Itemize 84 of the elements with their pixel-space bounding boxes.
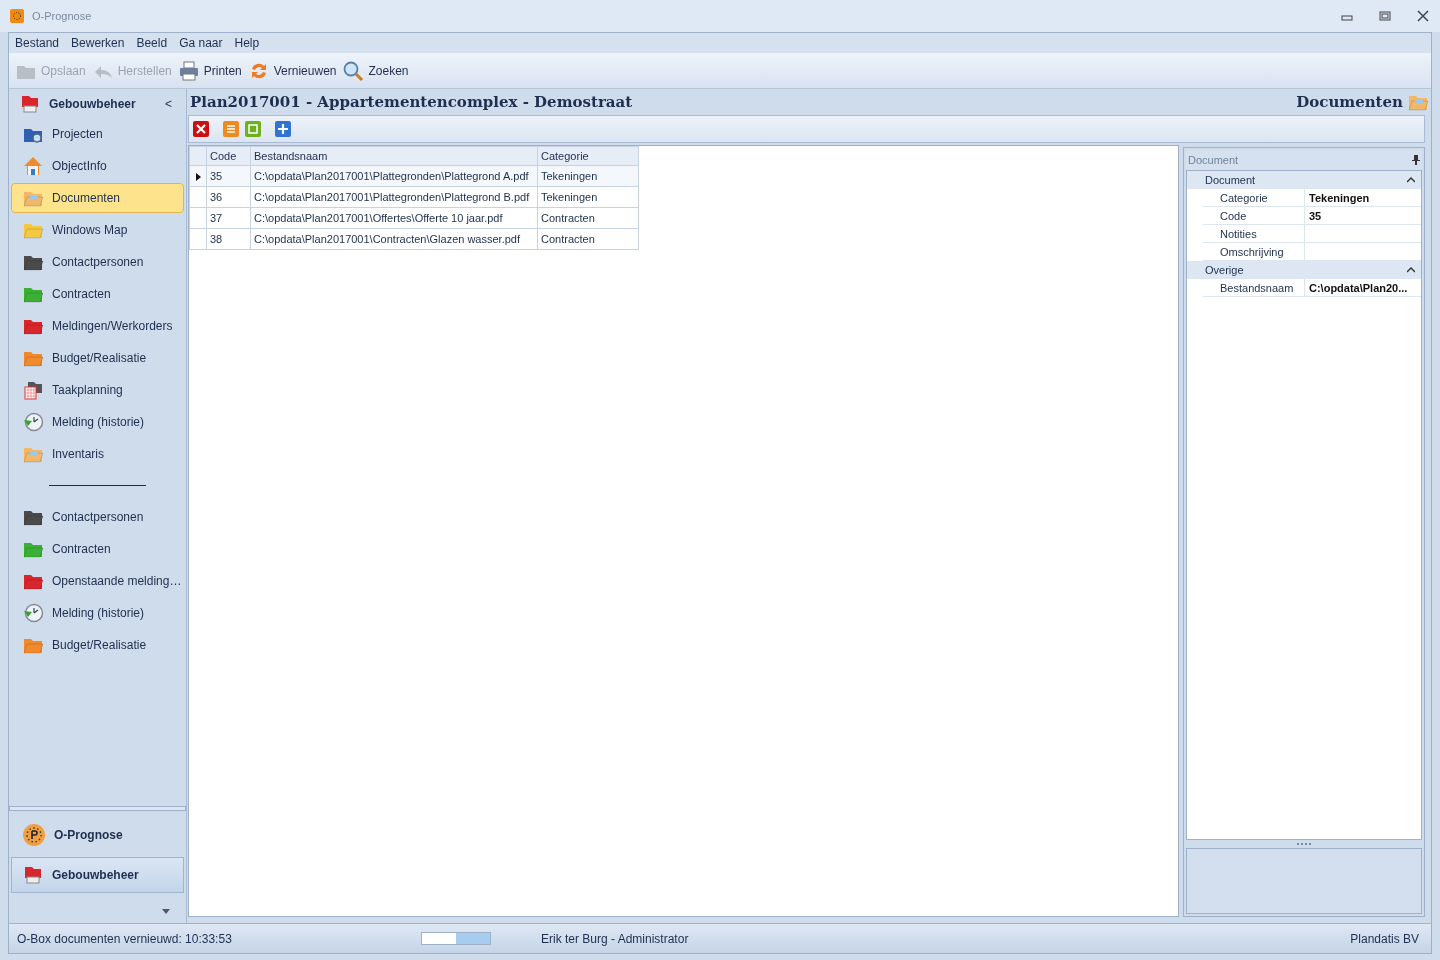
table-cell: Tekeningen <box>537 165 639 187</box>
collapse-button[interactable]: < <box>161 95 176 113</box>
table-cell: 36 <box>206 186 251 208</box>
table-row[interactable]: 36 C:\opdata\Plan2017001\Plattegronden\Plattegrond B.pdf Tekeningen <box>189 186 639 208</box>
nav-item[interactable]: Inventaris <box>11 439 184 469</box>
menu-item[interactable]: Help <box>230 34 264 52</box>
toolbar-button[interactable]: Printen <box>177 59 242 82</box>
nav-item[interactable]: Projecten <box>11 119 184 149</box>
calendar-icon <box>22 379 44 401</box>
progress-indicator <box>421 932 491 945</box>
folder-printer-icon <box>22 864 44 886</box>
nav-item[interactable]: Taakplanning <box>11 375 184 405</box>
module-button[interactable]: O-Prognose <box>11 817 184 853</box>
nav-item[interactable]: Meldingen/Werkorders <box>11 311 184 341</box>
search-icon <box>342 59 365 82</box>
table-cell: C:\opdata\Plan2017001\Contracten\Glazen wasser.pdf <box>250 228 538 250</box>
nav-item[interactable]: Melding (historie) <box>11 598 184 628</box>
column-header[interactable]: Bestandsnaam <box>250 146 538 166</box>
menu-item[interactable]: Ga naar <box>175 34 227 52</box>
nav-item[interactable]: Contactpersonen <box>11 502 184 532</box>
module-button[interactable]: Gebouwbeheer <box>11 857 184 893</box>
property-group-title: Overige <box>1205 262 1245 278</box>
table-cell: 38 <box>206 228 251 250</box>
property-value[interactable]: C:\opdata\Plan20... <box>1305 279 1408 296</box>
sidebar-title: Gebouwbeheer <box>49 96 137 113</box>
menu-item[interactable]: Beeld <box>132 34 172 52</box>
status-message: O-Box documenten vernieuwd: 10:33:53 <box>16 930 233 948</box>
clock-icon <box>22 411 44 433</box>
property-label: Omschrijving <box>1203 243 1305 260</box>
table-cell: C:\opdata\Plan2017001\Offertes\Offerte 10 jaar.pdf <box>250 207 538 229</box>
nav-item[interactable]: Budget/Realisatie <box>11 630 184 660</box>
chevron-up-icon[interactable] <box>1407 267 1415 273</box>
nav-item[interactable]: Contactpersonen <box>11 247 184 277</box>
row-pointer-icon <box>195 172 201 181</box>
table-cell: 35 <box>206 165 251 187</box>
property-value[interactable]: 35 <box>1305 207 1322 224</box>
table-cell: Contracten <box>537 207 639 229</box>
property-label: Notities <box>1203 225 1305 242</box>
property-label: Categorie <box>1203 189 1305 206</box>
property-value[interactable]: Tekeningen <box>1305 189 1370 206</box>
nav-item[interactable]: Melding (historie) <box>11 407 184 437</box>
menu-item[interactable]: Bewerken <box>67 34 129 52</box>
toolbar-button[interactable]: Zoeken <box>342 59 409 82</box>
table-cell: Contracten <box>537 228 639 250</box>
table-cell: Tekeningen <box>537 186 639 208</box>
table-row[interactable]: 37 C:\opdata\Plan2017001\Offertes\Offerte 10 jaar.pdf Contracten <box>189 207 639 229</box>
status-company: Plandatis BV <box>1350 930 1420 948</box>
property-label: Bestandsnaam <box>1203 279 1305 296</box>
chevron-up-icon[interactable] <box>1407 177 1415 183</box>
add-icon[interactable] <box>275 121 291 137</box>
property-label: Code <box>1203 207 1305 224</box>
column-header[interactable]: Categorie <box>537 146 639 166</box>
property-group-title: Document <box>1205 172 1257 188</box>
nav-item[interactable]: ObjectInfo <box>11 151 184 181</box>
table-row[interactable]: 38 C:\opdata\Plan2017001\Contracten\Glazen wasser.pdf Contracten <box>189 228 639 250</box>
table-cell: C:\opdata\Plan2017001\Plattegronden\Plattegrond B.pdf <box>250 186 538 208</box>
dropdown-arrow-icon[interactable] <box>162 908 170 914</box>
window-title: O-Prognose <box>32 8 92 24</box>
nav-item[interactable]: Openstaande melding… <box>11 566 184 596</box>
section-title: Documenten <box>1296 91 1403 113</box>
toolbar-button[interactable]: Vernieuwen <box>247 59 337 82</box>
menu-item[interactable]: Bestand <box>11 34 64 52</box>
table-cell: 37 <box>206 207 251 229</box>
folder-printer-icon <box>19 93 41 115</box>
panel-title: Document <box>1188 152 1240 168</box>
nav-item[interactable]: Windows Map <box>11 215 184 245</box>
nav-item[interactable]: Contracten <box>11 279 184 309</box>
clock-icon <box>22 602 44 624</box>
delete-icon[interactable] <box>193 121 209 137</box>
printer-icon <box>177 59 200 82</box>
house-icon <box>22 155 44 177</box>
column-header[interactable]: Code <box>206 146 251 166</box>
restore-icon[interactable] <box>1378 9 1392 23</box>
status-user: Erik ter Burg - Administrator <box>541 930 689 948</box>
nav-item[interactable]: Budget/Realisatie <box>11 343 184 373</box>
table-row[interactable]: 35 C:\opdata\Plan2017001\Plattegronden\Plattegrond A.pdf Tekeningen <box>189 165 639 187</box>
nav-item[interactable]: Contracten <box>11 534 184 564</box>
close-icon[interactable] <box>1416 9 1430 23</box>
nav-item[interactable]: Documenten <box>11 183 184 213</box>
page-title: Plan2017001 - Appartementencomplex - Demostraat <box>190 91 633 113</box>
pin-icon[interactable] <box>1412 155 1420 165</box>
logo-icon <box>22 823 46 847</box>
app-logo-icon <box>10 9 24 23</box>
table-cell: C:\opdata\Plan2017001\Plattegronden\Plattegrond A.pdf <box>250 165 538 187</box>
